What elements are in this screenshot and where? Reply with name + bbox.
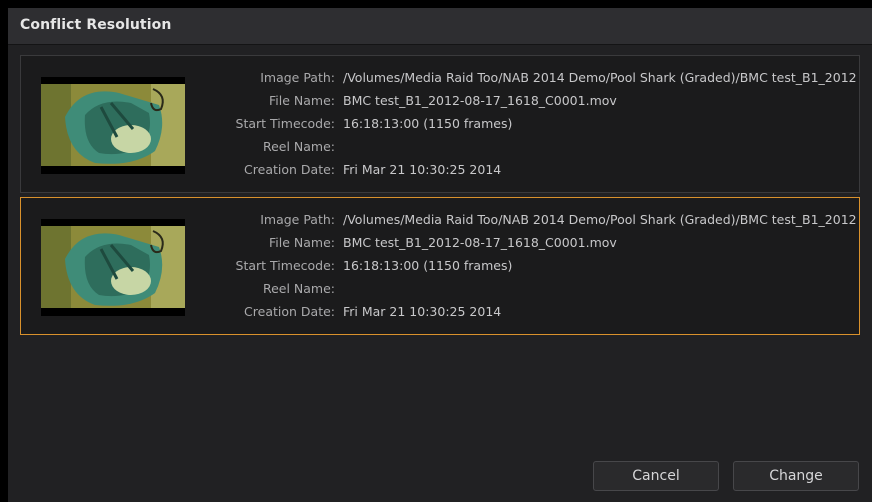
field-start-timecode: Start Timecode: 16:18:13:00 (1150 frames…: [21, 113, 861, 135]
field-label: Start Timecode:: [235, 116, 335, 131]
field-creation-date: Creation Date: Fri Mar 21 10:30:25 2014: [21, 301, 861, 323]
dialog-titlebar: Conflict Resolution: [8, 8, 872, 45]
field-label: File Name:: [269, 93, 335, 108]
field-value: Fri Mar 21 10:30:25 2014: [343, 162, 502, 177]
field-value: 16:18:13:00 (1150 frames): [343, 116, 513, 131]
field-label: Start Timecode:: [235, 258, 335, 273]
clip-option-1[interactable]: Image Path: /Volumes/Media Raid Too/NAB …: [20, 55, 860, 193]
field-label: Reel Name:: [262, 281, 335, 296]
field-file-name: File Name: BMC test_B1_2012-08-17_1618_C…: [21, 90, 861, 112]
field-value: BMC test_B1_2012-08-17_1618_C0001.mov: [343, 93, 617, 108]
field-value: /Volumes/Media Raid Too/NAB 2014 Demo/Po…: [343, 70, 857, 85]
field-value: 16:18:13:00 (1150 frames): [343, 258, 513, 273]
field-label: Creation Date:: [244, 162, 335, 177]
dialog-title: Conflict Resolution: [20, 17, 172, 33]
cancel-button[interactable]: Cancel: [593, 461, 719, 491]
field-image-path: Image Path: /Volumes/Media Raid Too/NAB …: [21, 67, 861, 89]
conflict-resolution-dialog: Conflict Resolution Image Path: /Volumes…: [8, 8, 872, 502]
field-label: Image Path:: [260, 70, 335, 85]
field-label: File Name:: [269, 235, 335, 250]
field-reel-name: Reel Name:: [21, 136, 861, 158]
field-start-timecode: Start Timecode: 16:18:13:00 (1150 frames…: [21, 255, 861, 277]
field-file-name: File Name: BMC test_B1_2012-08-17_1618_C…: [21, 232, 861, 254]
field-value: BMC test_B1_2012-08-17_1618_C0001.mov: [343, 235, 617, 250]
clip-option-2[interactable]: Image Path: /Volumes/Media Raid Too/NAB …: [20, 197, 860, 335]
field-reel-name: Reel Name:: [21, 278, 861, 300]
field-image-path: Image Path: /Volumes/Media Raid Too/NAB …: [21, 209, 861, 231]
field-label: Reel Name:: [262, 139, 335, 154]
field-label: Image Path:: [260, 212, 335, 227]
field-value: Fri Mar 21 10:30:25 2014: [343, 304, 502, 319]
field-label: Creation Date:: [244, 304, 335, 319]
field-creation-date: Creation Date: Fri Mar 21 10:30:25 2014: [21, 159, 861, 181]
change-button[interactable]: Change: [733, 461, 859, 491]
field-value: /Volumes/Media Raid Too/NAB 2014 Demo/Po…: [343, 212, 857, 227]
